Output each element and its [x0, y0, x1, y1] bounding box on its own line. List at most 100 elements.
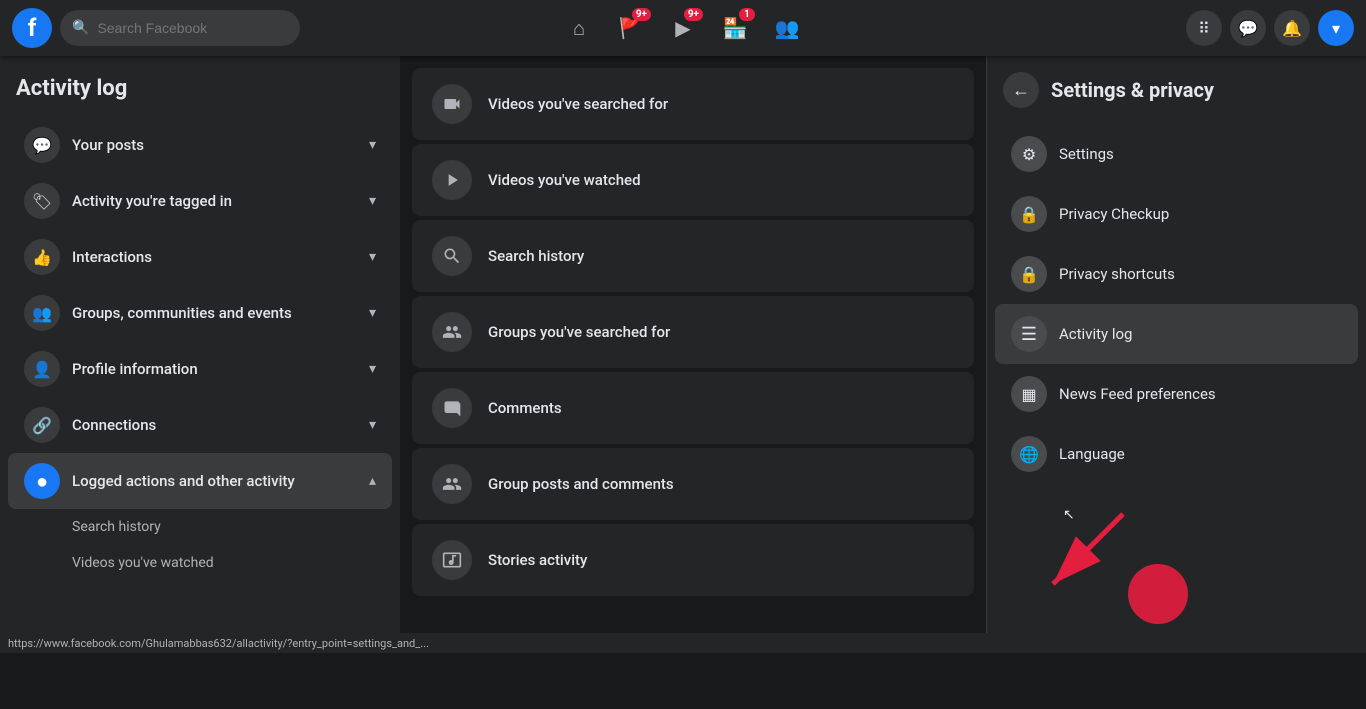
messenger-icon: 💬 [1238, 19, 1258, 38]
sidebar-item-logged-actions[interactable]: ● Logged actions and other activity ▴ [8, 453, 392, 509]
content-item-label: Group posts and comments [488, 475, 674, 493]
sidebar-item-label: Logged actions and other activity [72, 472, 357, 490]
right-panel: ← Settings & privacy ⚙ Settings 🔒 Privac… [986, 56, 1366, 653]
logged-actions-icon: ● [24, 463, 60, 499]
content-item-videos-watched[interactable]: Videos you've watched [412, 144, 974, 216]
sidebar-item-label: Interactions [72, 248, 357, 266]
content-item-label: Stories activity [488, 551, 587, 569]
settings-icon: ⚙ [1011, 136, 1047, 172]
sidebar-subitem-search-history[interactable]: Search history [8, 509, 392, 545]
groups-icon: 👥 [775, 16, 800, 40]
facebook-logo[interactable]: f [12, 8, 52, 48]
sidebar-item-interactions[interactable]: 👍 Interactions ▾ [8, 229, 392, 285]
sidebar-item-label: Groups, communities and events [72, 304, 357, 322]
chevron-right-icon: ▾ [369, 417, 376, 433]
right-panel-header: ← Settings & privacy [987, 56, 1366, 124]
activity-tagged-icon: 🏷 [24, 183, 60, 219]
nav-notifications[interactable]: 🚩 9+ [607, 4, 655, 52]
your-posts-icon: 💬 [24, 127, 60, 163]
content-item-group-posts[interactable]: Group posts and comments [412, 448, 974, 520]
right-panel-item-news-feed[interactable]: ▦ News Feed preferences [995, 364, 1358, 424]
nav-marketplace[interactable]: 🏪 1 [711, 4, 759, 52]
privacy-checkup-label: Privacy Checkup [1059, 205, 1169, 223]
topnav-left: f 🔍 [12, 8, 300, 48]
nav-home[interactable]: ⌂ [555, 4, 603, 52]
interactions-icon: 👍 [24, 239, 60, 275]
sidebar-item-profile-info[interactable]: 👤 Profile information ▾ [8, 341, 392, 397]
content-item-search-history[interactable]: Search history [412, 220, 974, 292]
profile-info-icon: 👤 [24, 351, 60, 387]
privacy-shortcuts-icon: 🔒 [1011, 256, 1047, 292]
main-layout: Activity log 💬 Your posts ▾ 🏷 Activity y… [0, 56, 1366, 653]
group-posts-icon [432, 464, 472, 504]
search-icon: 🔍 [72, 20, 89, 36]
search-box[interactable]: 🔍 [60, 10, 300, 46]
content-item-videos-searched[interactable]: Videos you've searched for [412, 68, 974, 140]
chevron-right-icon: ▾ [369, 193, 376, 209]
center-content: Videos you've searched for Videos you've… [400, 56, 986, 653]
right-panel-title: Settings & privacy [1051, 78, 1214, 102]
content-item-comments[interactable]: Comments [412, 372, 974, 444]
content-item-label: Groups you've searched for [488, 323, 670, 341]
sidebar-item-label: Your posts [72, 136, 357, 154]
news-feed-icon: ▦ [1011, 376, 1047, 412]
svg-text:↖: ↖ [1063, 507, 1075, 523]
sidebar-item-label: Connections [72, 416, 357, 434]
content-item-groups-searched[interactable]: Groups you've searched for [412, 296, 974, 368]
red-arrow-annotation: ↖ [1003, 504, 1203, 624]
watch-badge: 9+ [684, 8, 703, 21]
chevron-up-icon: ▴ [369, 473, 376, 489]
comments-icon [432, 388, 472, 428]
status-url: https://www.facebook.com/Ghulamabbas632/… [8, 637, 429, 650]
content-item-label: Videos you've watched [488, 171, 641, 189]
home-icon: ⌂ [573, 16, 585, 41]
sidebar-item-activity-tagged[interactable]: 🏷 Activity you're tagged in ▾ [8, 173, 392, 229]
sidebar-subitem-videos-watched[interactable]: Videos you've watched [8, 545, 392, 581]
right-panel-item-privacy-checkup[interactable]: 🔒 Privacy Checkup [995, 184, 1358, 244]
topnav: f 🔍 ⌂ 🚩 9+ ▶ 9+ 🏪 1 👥 ⠿ 💬 [0, 0, 1366, 56]
nav-groups[interactable]: 👥 [763, 4, 811, 52]
news-feed-label: News Feed preferences [1059, 385, 1216, 403]
search-history-icon [432, 236, 472, 276]
content-item-label: Comments [488, 399, 562, 417]
sidebar-item-your-posts[interactable]: 💬 Your posts ▾ [8, 117, 392, 173]
activity-log-label: Activity log [1059, 325, 1132, 343]
apps-button[interactable]: ⠿ [1186, 10, 1222, 46]
back-button[interactable]: ← [1003, 72, 1039, 108]
notification-badge: 9+ [632, 8, 651, 21]
topnav-right: ⠿ 💬 🔔 ▾ [1186, 10, 1354, 46]
chevron-right-icon: ▾ [369, 137, 376, 153]
content-item-stories-activity[interactable]: Stories activity [412, 524, 974, 596]
bell-button[interactable]: 🔔 [1274, 10, 1310, 46]
connections-icon: 🔗 [24, 407, 60, 443]
bell-icon: 🔔 [1282, 19, 1302, 38]
content-item-label: Search history [488, 247, 584, 265]
privacy-shortcuts-label: Privacy shortcuts [1059, 265, 1175, 283]
chevron-right-icon: ▾ [369, 249, 376, 265]
sidebar-item-connections[interactable]: 🔗 Connections ▾ [8, 397, 392, 453]
right-panel-item-activity-log[interactable]: ☰ Activity log [995, 304, 1358, 364]
watch-history-icon [432, 160, 472, 200]
video-search-icon [432, 84, 472, 124]
groups-search-icon [432, 312, 472, 352]
chevron-down-icon: ▾ [1332, 19, 1340, 38]
nav-watch[interactable]: ▶ 9+ [659, 4, 707, 52]
left-sidebar: Activity log 💬 Your posts ▾ 🏷 Activity y… [0, 56, 400, 653]
apps-icon: ⠿ [1198, 19, 1210, 38]
language-icon: 🌐 [1011, 436, 1047, 472]
privacy-checkup-icon: 🔒 [1011, 196, 1047, 232]
groups-sidebar-icon: 👥 [24, 295, 60, 331]
right-panel-item-language[interactable]: 🌐 Language [995, 424, 1358, 484]
right-panel-item-privacy-shortcuts[interactable]: 🔒 Privacy shortcuts [995, 244, 1358, 304]
right-panel-item-settings[interactable]: ⚙ Settings [995, 124, 1358, 184]
content-item-label: Videos you've searched for [488, 95, 668, 113]
chevron-right-icon: ▾ [369, 305, 376, 321]
back-arrow-icon: ← [1012, 80, 1030, 101]
activity-log-icon: ☰ [1011, 316, 1047, 352]
topnav-center: ⌂ 🚩 9+ ▶ 9+ 🏪 1 👥 [555, 4, 811, 52]
search-input[interactable] [97, 20, 288, 36]
sidebar-item-groups[interactable]: 👥 Groups, communities and events ▾ [8, 285, 392, 341]
messenger-button[interactable]: 💬 [1230, 10, 1266, 46]
stories-icon [432, 540, 472, 580]
profile-menu-button[interactable]: ▾ [1318, 10, 1354, 46]
